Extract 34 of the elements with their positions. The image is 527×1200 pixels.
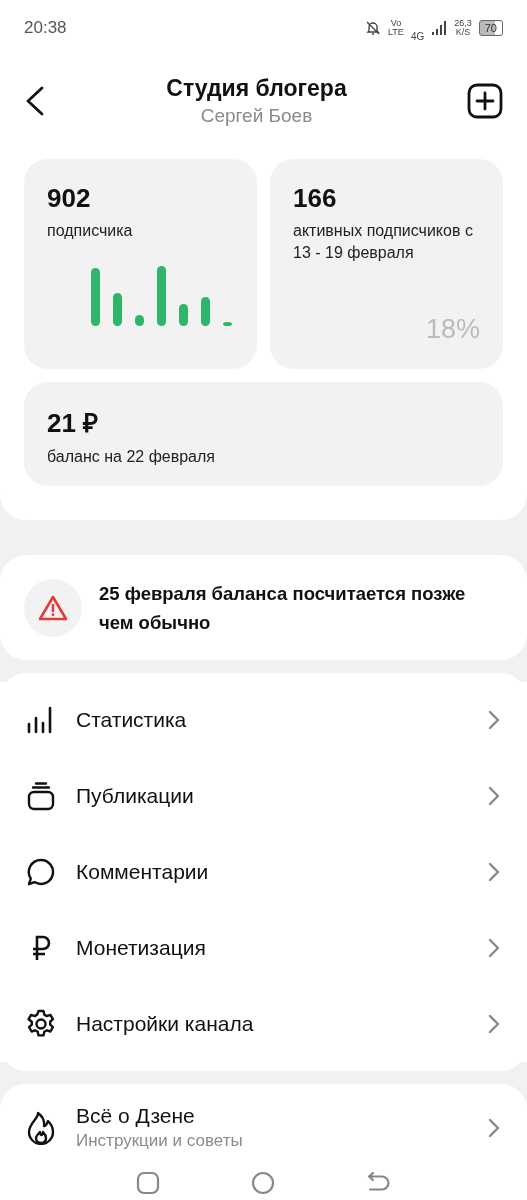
speed-unit: K/S [455, 27, 471, 37]
alert-message: 25 февраля баланса посчитается позже чем обычно [99, 581, 467, 635]
screen-subtitle: Сергей Боев [199, 105, 314, 127]
chevron-right-icon [488, 1014, 500, 1034]
chevron-right-icon [488, 1117, 500, 1138]
balance-value: 21 ₽ [47, 407, 100, 440]
speed-value: 26,3 [454, 18, 472, 28]
network-label: LTE [388, 27, 404, 37]
stat-label: подписчика [47, 221, 134, 241]
stat-value: 902 [47, 183, 92, 214]
chevron-right-icon [488, 938, 500, 958]
chevron-right-icon [488, 710, 500, 730]
speech-bubble-icon [26, 857, 56, 887]
chevron-right-icon [488, 786, 500, 806]
network-label: Vo [390, 18, 402, 28]
stat-value: 166 [293, 183, 338, 214]
clock: 20:38 [24, 17, 67, 38]
balance-label: баланс на 22 февраля [47, 447, 216, 467]
stat-card[interactable]: 902 подписчика [24, 159, 257, 369]
screen-title: Студия блогера [166, 75, 347, 102]
settings-icon [25, 1008, 57, 1040]
add-button[interactable] [467, 83, 503, 119]
item-title: Всё о Дзене [76, 1104, 196, 1128]
battery-indicator: 70 [478, 19, 503, 36]
balance-card[interactable]: 21 ₽ баланс на 22 февраля [24, 382, 503, 486]
network-label: 4G [410, 31, 425, 42]
stack-icon [26, 781, 56, 811]
stat-label: активных подписчиков с 13 - 19 февраля [293, 221, 474, 263]
flame-icon [26, 1110, 56, 1145]
item-subtitle: Инструкции и советы [76, 1131, 244, 1151]
bell-off-icon [365, 19, 382, 36]
chevron-right-icon [488, 862, 500, 882]
signal-icon [431, 19, 448, 36]
back-button[interactable] [24, 85, 46, 117]
